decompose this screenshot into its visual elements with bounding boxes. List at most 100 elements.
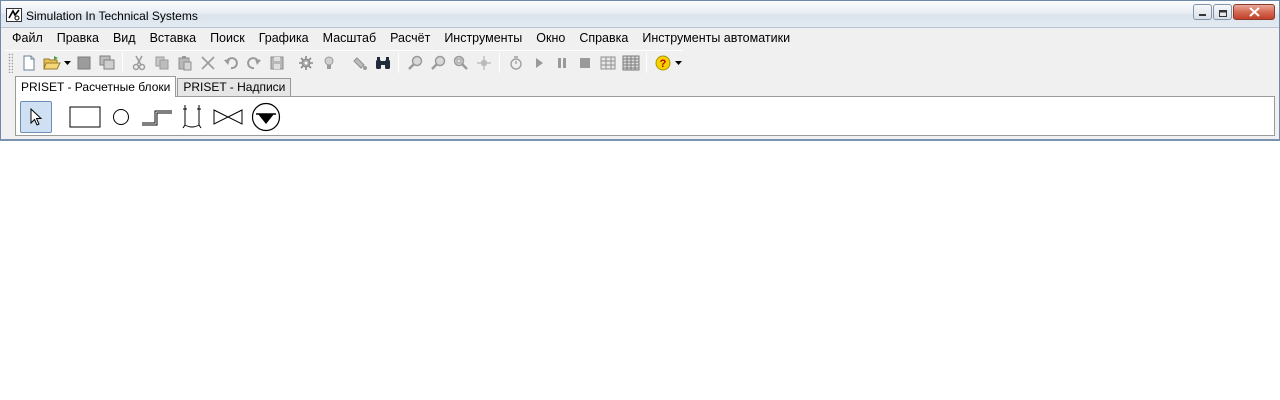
stop-icon (579, 57, 590, 68)
restore-button[interactable] (1213, 4, 1232, 20)
menu-bar: Файл Правка Вид Вставка Поиск Графика Ма… (5, 29, 797, 48)
paste-button[interactable] (173, 52, 196, 74)
stopwatch-icon (509, 55, 522, 70)
pump-icon (251, 102, 281, 132)
windows-icon (99, 55, 114, 69)
valve-tool[interactable] (212, 101, 244, 133)
stopwatch-button[interactable] (504, 52, 527, 74)
menu-insert[interactable]: Вставка (143, 29, 203, 48)
menu-help[interactable]: Справка (572, 29, 635, 48)
settings-button[interactable] (294, 52, 317, 74)
pipe-step-icon (142, 110, 172, 126)
menu-edit[interactable]: Правка (50, 29, 106, 48)
bulb-button[interactable] (317, 52, 340, 74)
open-button[interactable] (40, 52, 63, 74)
help-button[interactable]: ? (651, 52, 674, 74)
new-file-icon (23, 55, 34, 70)
stop-square-icon (77, 56, 90, 69)
undo-button[interactable] (219, 52, 242, 74)
menu-graphics[interactable]: Графика (252, 29, 316, 48)
minimize-button[interactable] (1193, 4, 1212, 20)
delete-icon (200, 55, 215, 70)
pause-button[interactable] (550, 52, 573, 74)
menu-automation-tools[interactable]: Инструменты автоматики (635, 29, 797, 48)
open-dropdown-button[interactable] (63, 52, 72, 74)
gear-icon (298, 55, 313, 70)
copy-button[interactable] (150, 52, 173, 74)
pointer-tool[interactable] (20, 101, 52, 133)
menu-file[interactable]: Файл (5, 29, 50, 48)
circle-node-icon (113, 109, 129, 125)
rectangle-block-tool[interactable] (68, 101, 102, 133)
toolbar-separator (499, 52, 500, 73)
app-window: Simulation In Technical Systems Файл Пра… (0, 0, 1280, 141)
redo-icon (246, 56, 261, 69)
menu-view[interactable]: Вид (106, 29, 143, 48)
table-button[interactable] (596, 52, 619, 74)
undo-icon (223, 56, 238, 69)
window-controls (1192, 4, 1275, 22)
zoom-out-icon (430, 55, 445, 70)
crosshair-button[interactable] (472, 52, 495, 74)
cut-icon (132, 55, 145, 70)
toolbar-separator (646, 52, 647, 73)
circle-node-tool[interactable] (110, 101, 132, 133)
paint-icon (352, 56, 367, 70)
toolbar-separator (122, 52, 123, 73)
windows-button[interactable] (95, 52, 118, 74)
binoculars-icon (375, 56, 390, 69)
paste-icon (178, 55, 191, 70)
redo-button[interactable] (242, 52, 265, 74)
close-icon (1248, 7, 1260, 17)
zoom-fit-icon (453, 55, 468, 70)
help-dropdown-button[interactable] (674, 52, 683, 74)
zoom-out-button[interactable] (426, 52, 449, 74)
grid-button[interactable] (619, 52, 642, 74)
tank-icon (182, 105, 202, 129)
save-button[interactable] (265, 52, 288, 74)
zoom-in-icon (407, 55, 422, 70)
pipe-step-tool[interactable] (140, 101, 174, 133)
tab-priset-labels[interactable]: PRISET - Надписи (177, 78, 292, 97)
delete-button[interactable] (196, 52, 219, 74)
paint-button[interactable] (348, 52, 371, 74)
play-button[interactable] (527, 52, 550, 74)
bulb-icon (324, 56, 333, 69)
tank-tool[interactable] (180, 101, 204, 133)
rectangle-block-icon (69, 106, 101, 128)
table-icon (600, 56, 615, 69)
find-button[interactable] (371, 52, 394, 74)
stop-button[interactable] (573, 52, 596, 74)
title-bar[interactable]: Simulation In Technical Systems (1, 1, 1279, 28)
stop-square-button[interactable] (72, 52, 95, 74)
menu-search[interactable]: Поиск (203, 29, 252, 48)
close-button[interactable] (1233, 4, 1275, 20)
valve-icon (213, 109, 243, 125)
grid-icon (622, 55, 639, 70)
main-toolbar: ? (5, 50, 683, 74)
menu-calculation[interactable]: Расчёт (383, 29, 437, 48)
toolbar-separator (398, 52, 399, 73)
minimize-icon (1199, 13, 1206, 16)
component-palette (15, 96, 1275, 136)
svg-text:?: ? (659, 58, 666, 70)
toolbar-grip[interactable] (8, 52, 13, 73)
app-logo-icon (6, 8, 22, 22)
pause-icon (557, 57, 566, 68)
pump-tool[interactable] (250, 101, 282, 133)
restore-icon (1218, 9, 1227, 17)
zoom-in-button[interactable] (403, 52, 426, 74)
copy-icon (155, 56, 168, 69)
pointer-icon (30, 108, 43, 126)
open-folder-icon (42, 55, 61, 69)
play-icon (535, 57, 543, 68)
tab-priset-calc-blocks[interactable]: PRISET - Расчетные блоки (15, 76, 177, 97)
cut-button[interactable] (127, 52, 150, 74)
menu-tools[interactable]: Инструменты (437, 29, 529, 48)
dropdown-arrow-icon (675, 60, 682, 65)
menu-scale[interactable]: Масштаб (316, 29, 383, 48)
new-file-button[interactable] (17, 52, 40, 74)
zoom-fit-button[interactable] (449, 52, 472, 74)
menu-window[interactable]: Окно (529, 29, 572, 48)
save-icon (270, 56, 283, 69)
